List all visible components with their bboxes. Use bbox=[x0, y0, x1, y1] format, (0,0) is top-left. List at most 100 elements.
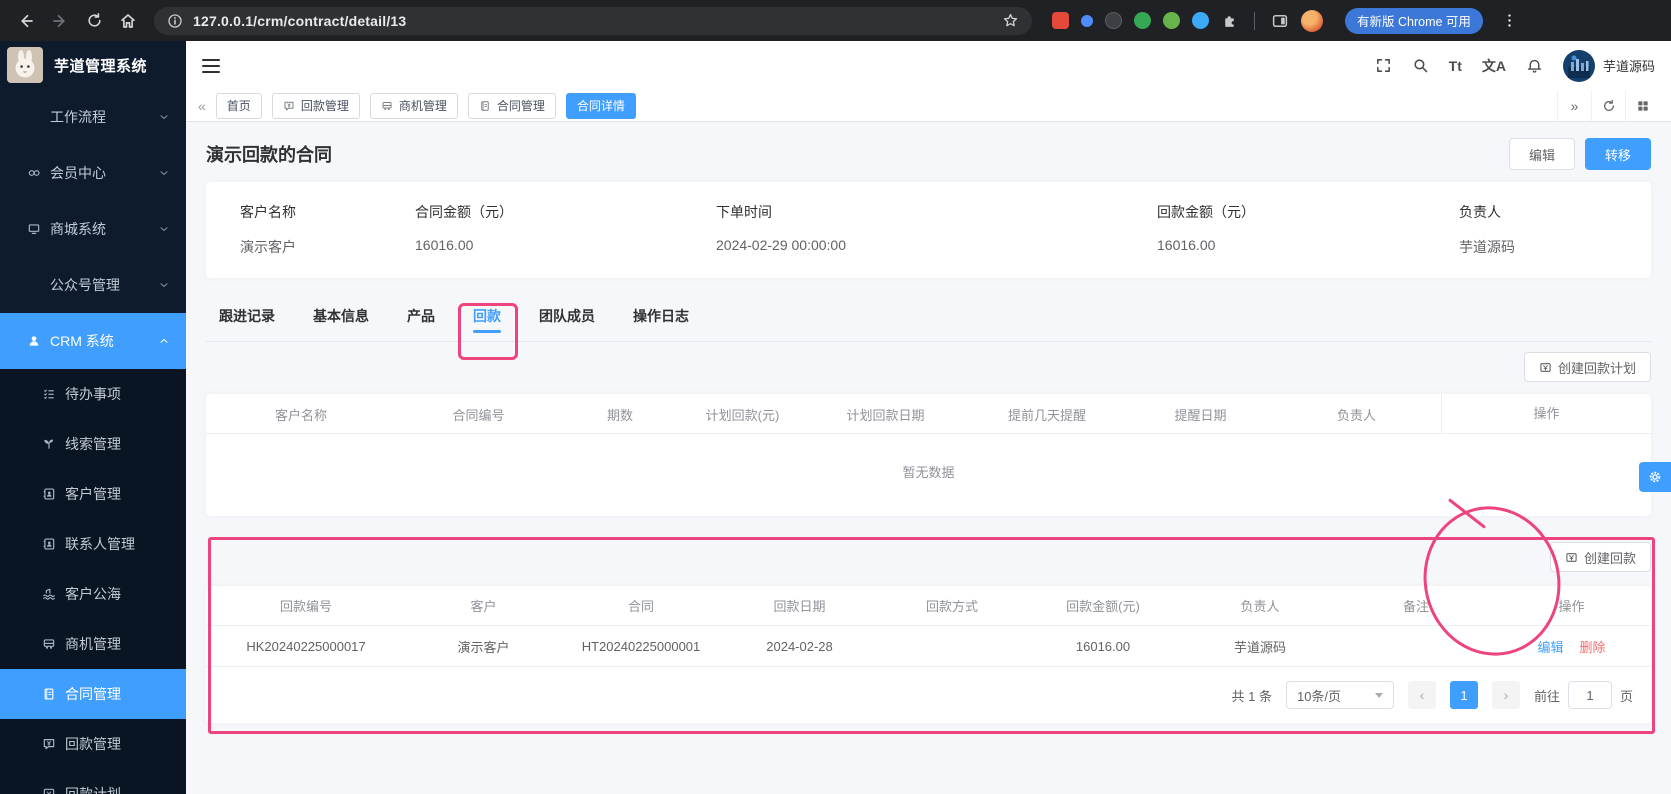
language-icon[interactable]: 文A bbox=[1482, 56, 1506, 76]
transfer-button[interactable]: 转移 bbox=[1584, 138, 1651, 170]
extension-icon[interactable] bbox=[1163, 12, 1180, 29]
page-unit-label: 页 bbox=[1619, 688, 1633, 704]
page-number-button[interactable]: 1 bbox=[1449, 681, 1478, 709]
tags-collapse-icon[interactable]: « bbox=[198, 98, 206, 114]
font-size-icon[interactable]: Tt bbox=[1449, 58, 1462, 74]
chrome-update-button[interactable]: 有新版 Chrome 可用 bbox=[1345, 7, 1483, 34]
column-header: 合同编号 bbox=[452, 407, 505, 423]
column-header: 回款日期 bbox=[773, 599, 826, 614]
browser-back-icon[interactable] bbox=[12, 7, 40, 35]
tab-receivables[interactable]: 回款 bbox=[473, 302, 501, 341]
table-row: HK20240225000017 演示客户 HT20240225000001 2… bbox=[206, 626, 1651, 667]
sidebar-item-mall-system[interactable]: 商城系统 bbox=[0, 201, 186, 257]
sidebar-item-official-account[interactable]: 公众号管理 bbox=[0, 257, 186, 313]
user-menu[interactable]: 芋道源码 bbox=[1562, 49, 1655, 82]
refresh-page-icon[interactable] bbox=[1591, 90, 1625, 121]
sidebar-item-label: 商城系统 bbox=[50, 221, 106, 237]
sidebar-item-contacts[interactable]: 联系人管理 bbox=[0, 519, 186, 569]
gear-icon bbox=[1647, 469, 1663, 485]
tab-products[interactable]: 产品 bbox=[407, 302, 435, 341]
tag-home[interactable]: 首页 bbox=[215, 92, 262, 119]
side-panel-icon[interactable] bbox=[1271, 12, 1289, 30]
layout-grid-icon[interactable] bbox=[1625, 90, 1659, 121]
sidebar-item-todo[interactable]: 待办事项 bbox=[0, 369, 186, 419]
address-book-icon bbox=[42, 487, 56, 501]
sidebar-item-crm-system[interactable]: CRM 系统 bbox=[0, 313, 186, 369]
username: 芋道源码 bbox=[1602, 59, 1655, 74]
browser-forward-icon[interactable] bbox=[46, 7, 74, 35]
sidebar-item-business[interactable]: 商机管理 bbox=[0, 619, 186, 669]
next-page-button[interactable]: › bbox=[1491, 681, 1520, 709]
chevron-down-icon bbox=[158, 223, 170, 235]
settings-drawer-button[interactable] bbox=[1639, 462, 1671, 492]
menu-fold-icon[interactable] bbox=[202, 58, 220, 73]
tab-team-members[interactable]: 团队成员 bbox=[539, 302, 595, 341]
site-info-icon[interactable] bbox=[167, 13, 183, 29]
page-size-select[interactable]: 10条/页 bbox=[1285, 681, 1394, 709]
sidebar-item-customer-pool[interactable]: 客户公海 bbox=[0, 569, 186, 619]
sidebar-item-member-center[interactable]: 会员中心 bbox=[0, 145, 186, 201]
search-icon[interactable] bbox=[1412, 57, 1429, 74]
seedling-icon bbox=[42, 437, 56, 451]
tag-label: 回款管理 bbox=[300, 99, 349, 113]
browser-menu-icon[interactable] bbox=[1501, 12, 1518, 29]
notification-bell-icon[interactable] bbox=[1526, 57, 1543, 74]
bus-icon bbox=[381, 100, 393, 112]
tag-label: 合同管理 bbox=[496, 99, 545, 113]
sidebar-item-label: 线索管理 bbox=[65, 436, 121, 452]
sidebar-item-receivable-plan[interactable]: 回款计划 bbox=[0, 769, 186, 794]
tag-business[interactable]: 商机管理 bbox=[369, 92, 458, 119]
tag-receivable[interactable]: 回款管理 bbox=[271, 92, 360, 119]
tag-contract[interactable]: 合同管理 bbox=[467, 92, 556, 119]
browser-profile-avatar[interactable] bbox=[1301, 9, 1323, 32]
sidebar-item-label: 公众号管理 bbox=[50, 277, 120, 293]
todo-list-icon bbox=[42, 387, 56, 401]
divider bbox=[1254, 11, 1255, 30]
row-edit-link[interactable]: 编辑 bbox=[1537, 637, 1563, 656]
browser-refresh-icon[interactable] bbox=[80, 7, 108, 35]
column-header: 计划回款(元) bbox=[705, 407, 780, 423]
column-header: 提前几天提醒 bbox=[1007, 407, 1086, 423]
tab-operation-log[interactable]: 操作日志 bbox=[633, 302, 689, 341]
table-header-row: 回款编号 客户 合同 回款日期 回款方式 回款金额(元) 负责人 备注 操作 bbox=[206, 586, 1651, 626]
chevron-down-icon bbox=[158, 279, 170, 291]
tab-basic-info[interactable]: 基本信息 bbox=[313, 302, 369, 341]
summary-field: 负责人 芋道源码 bbox=[1459, 202, 1515, 257]
tags-expand-icon[interactable]: » bbox=[1557, 90, 1591, 121]
extension-icon[interactable] bbox=[1192, 12, 1209, 29]
fullscreen-icon[interactable] bbox=[1375, 57, 1392, 74]
extension-icon[interactable] bbox=[1081, 14, 1093, 27]
prev-page-button[interactable]: ‹ bbox=[1407, 681, 1436, 709]
field-label: 负责人 bbox=[1459, 204, 1501, 220]
sidebar-item-customers[interactable]: 客户管理 bbox=[0, 469, 186, 519]
field-label: 客户名称 bbox=[240, 204, 296, 220]
browser-home-icon[interactable] bbox=[114, 7, 142, 35]
cell-receivable-no: HK20240225000017 bbox=[246, 638, 366, 654]
sidebar-item-receivable[interactable]: 回款管理 bbox=[0, 719, 186, 769]
sidebar-item-leads[interactable]: 线索管理 bbox=[0, 419, 186, 469]
tag-contract-detail[interactable]: 合同详情 bbox=[565, 92, 636, 119]
extension-icon[interactable] bbox=[1105, 12, 1122, 29]
row-delete-link[interactable]: 删除 bbox=[1580, 637, 1606, 656]
summary-field: 下单时间 2024-02-29 00:00:00 bbox=[716, 202, 846, 253]
field-value: 16016.00 bbox=[415, 237, 474, 253]
extension-icon[interactable] bbox=[1134, 12, 1151, 29]
extension-icon[interactable] bbox=[1052, 12, 1069, 29]
create-receivable-plan-button[interactable]: 创建回款计划 bbox=[1523, 352, 1651, 382]
tab-follow-records[interactable]: 跟进记录 bbox=[219, 302, 275, 341]
address-bar[interactable]: 127.0.0.1/crm/contract/detail/13 bbox=[154, 6, 1032, 35]
page-title: 演示回款的合同 bbox=[206, 145, 332, 165]
edit-button[interactable]: 编辑 bbox=[1508, 138, 1575, 170]
sidebar-item-workflow[interactable]: 工作流程 bbox=[0, 89, 186, 145]
sidebar-item-label: 联系人管理 bbox=[65, 536, 135, 552]
extensions-puzzle-icon[interactable] bbox=[1221, 12, 1238, 29]
app-logo bbox=[7, 47, 43, 83]
user-avatar bbox=[1562, 49, 1595, 82]
tag-label: 合同详情 bbox=[576, 99, 625, 113]
create-receivable-button[interactable]: 创建回款 bbox=[1549, 542, 1651, 572]
bookmark-star-icon[interactable] bbox=[1002, 12, 1019, 29]
goto-page-input[interactable] bbox=[1567, 681, 1612, 709]
sidebar-item-label: 待办事项 bbox=[65, 386, 121, 402]
sidebar-item-contract[interactable]: 合同管理 bbox=[0, 669, 186, 719]
field-value: 2024-02-29 00:00:00 bbox=[716, 237, 846, 253]
